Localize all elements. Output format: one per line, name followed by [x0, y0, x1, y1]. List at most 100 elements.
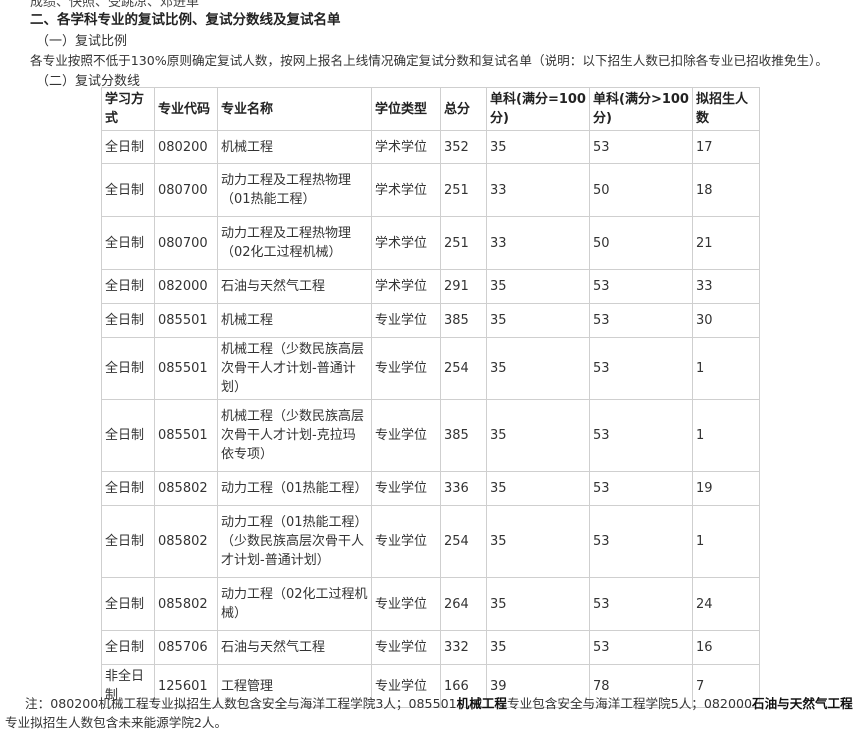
cell-study-mode: 全日制 — [101, 303, 155, 338]
cell-major-code: 085501 — [154, 303, 218, 338]
cell-major-code: 085706 — [154, 630, 218, 665]
cell-degree-type: 专业学位 — [371, 577, 441, 631]
cell-total-score: 332 — [440, 630, 487, 665]
cell-degree-type: 专业学位 — [371, 399, 441, 472]
cell-single-100: 35 — [486, 130, 590, 164]
cell-single-100: 35 — [486, 577, 590, 631]
cell-degree-type: 专业学位 — [371, 630, 441, 665]
cell-single-100: 35 — [486, 399, 590, 472]
footnote-prefix: 注：080200机械工程专业拟招生人数包含安全与海洋工程学院3人；085501 — [25, 696, 457, 711]
cell-planned-enrollment: 33 — [692, 269, 760, 304]
cell-planned-enrollment: 30 — [692, 303, 760, 338]
cell-total-score: 336 — [440, 471, 487, 506]
table-row: 全日制 080700 动力工程及工程热物理（02化工过程机械） 学术学位 251… — [101, 216, 760, 270]
cell-single-over-100: 50 — [589, 163, 693, 217]
cell-major-code: 080700 — [154, 163, 218, 217]
cell-major-name: 机械工程（少数民族高层次骨干人才计划-克拉玛依专项） — [217, 399, 372, 472]
cell-major-name: 石油与天然气工程 — [217, 630, 372, 665]
cell-degree-type: 学术学位 — [371, 130, 441, 164]
cell-planned-enrollment: 16 — [692, 630, 760, 665]
table-row: 全日制 085802 动力工程（01热能工程）（少数民族高层次骨干人才计划-普通… — [101, 505, 760, 578]
table-row: 全日制 082000 石油与天然气工程 学术学位 291 35 53 33 — [101, 269, 760, 304]
cell-degree-type: 学术学位 — [371, 269, 441, 304]
cell-single-100: 35 — [486, 269, 590, 304]
cell-total-score: 254 — [440, 505, 487, 578]
table-row: 全日制 085501 机械工程（少数民族高层次骨干人才计划-克拉玛依专项） 专业… — [101, 399, 760, 472]
cell-degree-type: 学术学位 — [371, 163, 441, 217]
cell-major-name: 动力工程（01热能工程）（少数民族高层次骨干人才计划-普通计划） — [217, 505, 372, 578]
cell-degree-type: 专业学位 — [371, 471, 441, 506]
cell-single-100: 35 — [486, 337, 590, 400]
cell-planned-enrollment: 19 — [692, 471, 760, 506]
cell-single-over-100: 53 — [589, 630, 693, 665]
header-single-100: 单科(满分=100分) — [486, 87, 590, 131]
cell-major-name: 动力工程及工程热物理（02化工过程机械） — [217, 216, 372, 270]
ratio-description: 各专业按照不低于130%原则确定复试人数，按网上报名上线情况确定复试分数和复试名… — [30, 53, 828, 68]
cell-study-mode: 全日制 — [101, 630, 155, 665]
cell-degree-type: 专业学位 — [371, 505, 441, 578]
cell-single-100: 35 — [486, 471, 590, 506]
table-row: 全日制 085501 机械工程（少数民族高层次骨干人才计划-普通计划） 专业学位… — [101, 337, 760, 400]
cell-major-code: 082000 — [154, 269, 218, 304]
cell-planned-enrollment: 17 — [692, 130, 760, 164]
cell-single-100: 35 — [486, 303, 590, 338]
cell-total-score: 385 — [440, 303, 487, 338]
header-single-over-100: 单科(满分>100分) — [589, 87, 693, 131]
cell-single-100: 33 — [486, 163, 590, 217]
footnote-bold-mechanical: 机械工程 — [456, 696, 507, 711]
cell-study-mode: 全日制 — [101, 130, 155, 164]
cell-major-code: 085802 — [154, 471, 218, 506]
footnote-bold-petroleum: 石油与天然气工程 — [751, 696, 853, 711]
cell-degree-type: 专业学位 — [371, 337, 441, 400]
table-row: 全日制 080200 机械工程 学术学位 352 35 53 17 — [101, 130, 760, 164]
cell-study-mode: 全日制 — [101, 577, 155, 631]
cell-single-over-100: 53 — [589, 505, 693, 578]
cell-degree-type: 专业学位 — [371, 303, 441, 338]
cell-single-over-100: 53 — [589, 399, 693, 472]
cell-single-over-100: 53 — [589, 269, 693, 304]
cell-major-code: 085501 — [154, 337, 218, 400]
table-row: 全日制 080700 动力工程及工程热物理（01热能工程） 学术学位 251 3… — [101, 163, 760, 217]
cell-total-score: 254 — [440, 337, 487, 400]
subheading-retest-ratio: （一）复试比例 — [36, 34, 128, 49]
cell-major-name: 机械工程 — [217, 303, 372, 338]
table-row: 全日制 085802 动力工程（01热能工程） 专业学位 336 35 53 1… — [101, 471, 760, 506]
cell-planned-enrollment: 1 — [692, 505, 760, 578]
cell-total-score: 385 — [440, 399, 487, 472]
cell-study-mode: 全日制 — [101, 216, 155, 270]
cell-major-code: 080700 — [154, 216, 218, 270]
header-total-score: 总分 — [440, 87, 487, 131]
cell-total-score: 264 — [440, 577, 487, 631]
cell-major-code: 085802 — [154, 577, 218, 631]
cell-single-over-100: 53 — [589, 577, 693, 631]
cell-degree-type: 学术学位 — [371, 216, 441, 270]
cell-major-name: 机械工程（少数民族高层次骨干人才计划-普通计划） — [217, 337, 372, 400]
table-row: 全日制 085501 机械工程 专业学位 385 35 53 30 — [101, 303, 760, 338]
cell-total-score: 251 — [440, 163, 487, 217]
header-degree-type: 学位类型 — [371, 87, 441, 131]
cell-single-over-100: 53 — [589, 130, 693, 164]
cell-single-over-100: 53 — [589, 303, 693, 338]
table-row: 全日制 085706 石油与天然气工程 专业学位 332 35 53 16 — [101, 630, 760, 665]
cell-planned-enrollment: 1 — [692, 337, 760, 400]
cell-single-over-100: 53 — [589, 337, 693, 400]
table-header-row: 学习方式 专业代码 专业名称 学位类型 总分 单科(满分=100分) 单科(满分… — [101, 87, 760, 131]
cell-single-over-100: 53 — [589, 471, 693, 506]
cell-study-mode: 全日制 — [101, 337, 155, 400]
cell-study-mode: 全日制 — [101, 505, 155, 578]
header-major-code: 专业代码 — [154, 87, 218, 131]
cell-single-100: 35 — [486, 505, 590, 578]
cell-major-name: 动力工程及工程热物理（01热能工程） — [217, 163, 372, 217]
footnote-middle: 专业包含安全与海洋工程学院5人；082000 — [506, 696, 752, 711]
cell-study-mode: 全日制 — [101, 163, 155, 217]
cell-total-score: 251 — [440, 216, 487, 270]
cell-planned-enrollment: 18 — [692, 163, 760, 217]
footnote: 注：080200机械工程专业拟招生人数包含安全与海洋工程学院3人；085501机… — [5, 694, 853, 732]
cell-single-over-100: 50 — [589, 216, 693, 270]
cell-study-mode: 全日制 — [101, 269, 155, 304]
header-study-mode: 学习方式 — [101, 87, 155, 131]
cell-major-code: 080200 — [154, 130, 218, 164]
score-table: 学习方式 专业代码 专业名称 学位类型 总分 单科(满分=100分) 单科(满分… — [101, 87, 760, 708]
cell-major-name: 石油与天然气工程 — [217, 269, 372, 304]
cell-major-name: 机械工程 — [217, 130, 372, 164]
